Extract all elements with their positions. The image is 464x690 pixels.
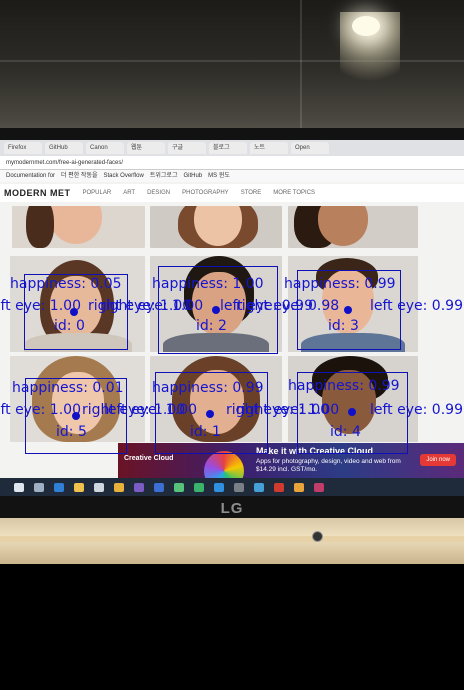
chrome-icon[interactable] (114, 482, 124, 492)
left-eye-label: left eye: 1.00 (0, 298, 81, 314)
happiness-label: happiness: 0.01 (12, 380, 124, 396)
app-icon[interactable] (274, 482, 284, 492)
ad-join-button[interactable]: Join now (420, 454, 456, 466)
face-center-dot (344, 306, 352, 314)
nav-item[interactable]: DESIGN (147, 190, 170, 196)
bookmark-item[interactable]: Documentation for (6, 170, 55, 182)
app-icon[interactable] (254, 482, 264, 492)
face-id-label: id: 5 (56, 424, 87, 440)
face-center-dot (212, 306, 220, 314)
app-icon[interactable] (314, 482, 324, 492)
browser-tab[interactable]: 웹툰 (127, 142, 165, 154)
right-eye-label: right eye: 1.00 (100, 298, 204, 314)
hinge (0, 536, 464, 542)
dark-foreground (0, 564, 464, 690)
power-led-icon (312, 531, 323, 542)
app-icon[interactable] (214, 482, 224, 492)
left-eye-label: left eye: 1.00 (0, 402, 81, 418)
task-view-icon[interactable] (34, 482, 44, 492)
browser-tab[interactable]: 블로그 (209, 142, 247, 154)
happiness-label: happiness: 0.99 (152, 380, 264, 396)
happiness-label: happiness: 1.00 (152, 276, 264, 292)
nav-item[interactable]: STORE (241, 190, 262, 196)
app-icon[interactable] (234, 482, 244, 492)
nav-item[interactable]: POPULAR (83, 190, 112, 196)
edge-icon[interactable] (54, 482, 64, 492)
face-id-label: id: 0 (54, 318, 85, 334)
address-bar[interactable]: mymodernmet.com/free-ai-generated-faces/ (0, 156, 464, 170)
ceiling-light (352, 16, 380, 36)
browser-tab[interactable]: GitHub (45, 142, 83, 154)
face-id-label: id: 2 (196, 318, 227, 334)
face-id-label: id: 3 (328, 318, 359, 334)
face-image[interactable] (150, 206, 282, 248)
bookmark-item[interactable]: GitHub (183, 170, 202, 182)
face-image[interactable] (288, 206, 418, 248)
laptop-deck (0, 518, 464, 564)
right-eye-label: right eye: 1.00 (236, 402, 340, 418)
left-eye-label: left eye: 0.99 (370, 402, 463, 418)
right-eye-label: right eye: 0.98 (236, 298, 340, 314)
happiness-label: happiness: 0.99 (284, 276, 396, 292)
browser-tab[interactable]: 구글 (168, 142, 206, 154)
search-icon[interactable] (14, 482, 24, 492)
app-icon[interactable] (194, 482, 204, 492)
ad-subtext: Apps for photography, design, video and … (256, 458, 401, 473)
nav-item[interactable]: ART (123, 190, 135, 196)
browser-tab[interactable]: Firefox (4, 142, 42, 154)
left-eye-label: left eye: 1.00 (104, 402, 197, 418)
happiness-label: happiness: 0.99 (288, 378, 400, 394)
browser-tab[interactable]: Open (291, 142, 329, 154)
store-icon[interactable] (94, 482, 104, 492)
browser-tab[interactable]: Canon (86, 142, 124, 154)
bookmark-item[interactable]: MS 윈도 (208, 170, 230, 182)
happiness-label: happiness: 0.05 (10, 276, 122, 292)
visual-studio-icon[interactable] (134, 482, 144, 492)
face-center-dot (206, 410, 214, 418)
site-nav: MODERN MET POPULAR ART DESIGN PHOTOGRAPH… (0, 184, 464, 202)
bookmark-item[interactable]: 트위그로그 (150, 170, 178, 182)
ad-brand: Creative Cloud (124, 455, 174, 462)
face-image[interactable] (12, 206, 145, 248)
bookmark-item[interactable]: 더 편한 작동을 (61, 170, 97, 182)
face-id-label: id: 4 (330, 424, 361, 440)
nav-item[interactable]: PHOTOGRAPHY (182, 190, 229, 196)
site-logo[interactable]: MODERN MET (4, 188, 71, 198)
taskbar (0, 478, 464, 496)
color-wheel-icon (204, 451, 244, 479)
face-center-dot (348, 408, 356, 416)
photo-scene: Firefox GitHub Canon 웹툰 구글 블로그 노트 Open m… (0, 0, 464, 690)
nav-item[interactable]: MORE TOPICS (273, 190, 315, 196)
app-icon[interactable] (174, 482, 184, 492)
browser-tab[interactable]: 노트 (250, 142, 288, 154)
left-eye-label: left eye: 0.99 (370, 298, 463, 314)
folder-icon[interactable] (74, 482, 84, 492)
face-id-label: id: 1 (190, 424, 221, 440)
app-icon[interactable] (294, 482, 304, 492)
vscode-icon[interactable] (154, 482, 164, 492)
bookmarks-bar: Documentation for 더 편한 작동을 Stack Overflo… (0, 170, 464, 182)
bookmark-item[interactable]: Stack Overflow (104, 170, 144, 182)
browser-tab-strip: Firefox GitHub Canon 웹툰 구글 블로그 노트 Open (0, 140, 464, 156)
